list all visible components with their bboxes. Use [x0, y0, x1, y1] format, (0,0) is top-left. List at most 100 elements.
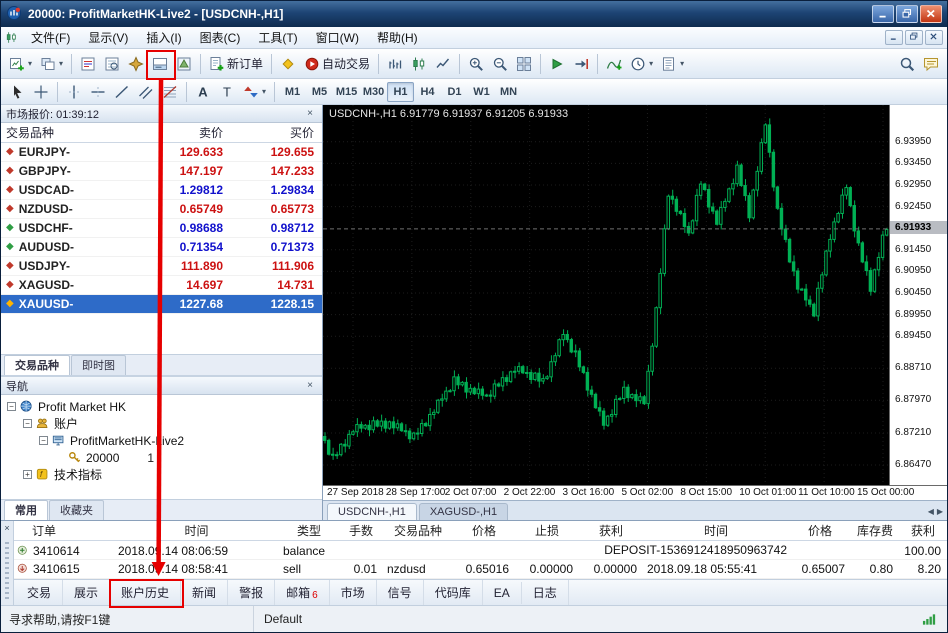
toolbar-indicators-button[interactable]: [602, 52, 626, 76]
chart-restore-button[interactable]: [905, 30, 923, 45]
terminal-row[interactable]: 34106142018.09.14 08:06:59balanceDEPOSIT…: [14, 541, 947, 560]
timeframe-D1-button[interactable]: D1: [441, 82, 468, 102]
title-bar[interactable]: 20000: ProfitMarketHK-Live2 - [USDCNH-,H…: [1, 1, 947, 27]
terminal-column-header-0[interactable]: 订单: [14, 522, 114, 539]
toolbar-text-button[interactable]: A: [191, 80, 215, 104]
toolbar-zoom-in-button[interactable]: [464, 52, 488, 76]
toolbar-chart-shift-button[interactable]: [569, 52, 593, 76]
terminal-tab-市场[interactable]: 市场: [330, 580, 377, 605]
toolbar-new-order-button[interactable]: 新订单: [205, 52, 267, 76]
market-watch-close-icon[interactable]: ×: [303, 107, 317, 121]
market-watch-row[interactable]: ◆USDCAD-1.298121.29834: [1, 181, 322, 200]
toolbar-templates-button[interactable]: ▾: [657, 52, 688, 76]
toolbar-search-button[interactable]: [895, 52, 919, 76]
scroll-left-icon[interactable]: ◀: [928, 507, 934, 516]
market-watch-column-headers[interactable]: 交易品种 卖价 买价: [1, 123, 322, 143]
market-watch-row[interactable]: ◆AUDUSD-0.713540.71373: [1, 238, 322, 257]
terminal-row[interactable]: 34106152018.09.14 08:58:41sell0.01nzdusd…: [14, 560, 947, 579]
timeframe-W1-button[interactable]: W1: [468, 82, 495, 102]
terminal-tab-警报[interactable]: 警报: [228, 580, 275, 605]
toolbar-new-chart-button[interactable]: ▾: [5, 52, 36, 76]
toolbar-autotrading-button[interactable]: 自动交易: [300, 52, 374, 76]
terminal-column-header-4[interactable]: 交易品种: [383, 522, 453, 539]
chart-plot[interactable]: USDCNH-,H1 6.91779 6.91937 6.91205 6.919…: [323, 105, 889, 485]
toolbar-cursor-button[interactable]: [5, 80, 29, 104]
minimize-button[interactable]: [872, 5, 894, 23]
tree-expander-icon[interactable]: −: [39, 436, 48, 445]
toolbar-chat-button[interactable]: [919, 52, 943, 76]
terminal-tab-新闻[interactable]: 新闻: [181, 580, 228, 605]
market-watch-tab-即时图[interactable]: 即时图: [71, 355, 126, 375]
chart-tab-USDCNH-,H1[interactable]: USDCNH-,H1: [327, 503, 417, 520]
navigator-tab-收藏夹[interactable]: 收藏夹: [49, 500, 104, 520]
toolbar-vertical-line-button[interactable]: [62, 80, 86, 104]
menu-item-5[interactable]: 窗口(W): [307, 27, 368, 48]
tree-item-server[interactable]: −ProfitMarketHK-Live2: [1, 432, 322, 449]
terminal-tab-信号[interactable]: 信号: [377, 580, 424, 605]
terminal-tab-EA[interactable]: EA: [483, 582, 522, 604]
toolbar-arrows-button[interactable]: ▾: [239, 80, 270, 104]
market-watch-row[interactable]: ◆NZDUSD-0.657490.65773: [1, 200, 322, 219]
toolbar-metaeditor-button[interactable]: [276, 52, 300, 76]
terminal-tab-日志[interactable]: 日志: [522, 580, 569, 605]
market-watch-row[interactable]: ◆GBPJPY-147.197147.233: [1, 162, 322, 181]
market-watch-row[interactable]: ◆USDJPY-111.890111.906: [1, 257, 322, 276]
terminal-column-header-1[interactable]: 时间: [114, 522, 279, 539]
status-profile[interactable]: Default: [253, 606, 591, 632]
column-symbol[interactable]: 交易品种: [1, 124, 143, 141]
market-watch-row[interactable]: ◆XAUUSD-1227.681228.15: [1, 295, 322, 314]
terminal-column-header-6[interactable]: 止损: [515, 522, 579, 539]
chart-minimize-button[interactable]: [885, 30, 903, 45]
toolbar-crosshair-button[interactable]: [29, 80, 53, 104]
terminal-tab-邮箱[interactable]: 邮箱6: [275, 580, 330, 605]
chart-close-button[interactable]: [925, 30, 943, 45]
terminal-column-header-7[interactable]: 获利: [579, 522, 643, 539]
chart-tab-XAGUSD-,H1[interactable]: XAGUSD-,H1: [419, 503, 508, 520]
navigator-header[interactable]: 导航 ×: [1, 377, 322, 395]
column-bid[interactable]: 卖价: [143, 124, 229, 141]
terminal-column-header-8[interactable]: 时间: [643, 522, 789, 539]
terminal-column-header-9[interactable]: 价格: [789, 522, 851, 539]
terminal-tab-代码库[interactable]: 代码库: [424, 580, 483, 605]
chart-y-axis[interactable]: 6.939506.934506.929506.924506.914506.909…: [889, 105, 947, 485]
tree-expander-icon[interactable]: +: [23, 470, 32, 479]
menu-item-6[interactable]: 帮助(H): [368, 27, 427, 48]
toolbar-terminal-toggle-button[interactable]: [148, 52, 172, 76]
toolbar-fibonacci-button[interactable]: [158, 80, 182, 104]
terminal-column-header-10[interactable]: 库存费: [851, 522, 899, 539]
timeframe-M1-button[interactable]: M1: [279, 82, 306, 102]
toolbar-horizontal-line-button[interactable]: [86, 80, 110, 104]
close-button[interactable]: [920, 5, 942, 23]
terminal-column-header-11[interactable]: 获利: [899, 522, 947, 539]
toolbar-strategy-tester-button[interactable]: [172, 52, 196, 76]
toolbar-navigator-button[interactable]: [124, 52, 148, 76]
market-watch-tab-交易品种[interactable]: 交易品种: [4, 355, 70, 375]
terminal-close-icon[interactable]: ×: [2, 523, 13, 534]
menu-item-0[interactable]: 文件(F): [22, 27, 79, 48]
toolbar-channel-button[interactable]: [134, 80, 158, 104]
menu-item-4[interactable]: 工具(T): [249, 27, 306, 48]
terminal-tab-展示[interactable]: 展示: [63, 580, 110, 605]
menu-item-3[interactable]: 图表(C): [191, 27, 250, 48]
column-ask[interactable]: 买价: [229, 124, 322, 141]
terminal-tab-交易[interactable]: 交易: [16, 580, 63, 605]
terminal-tab-账户历史[interactable]: 账户历史: [110, 580, 181, 605]
timeframe-MN-button[interactable]: MN: [495, 82, 522, 102]
toolbar-profiles-button[interactable]: ▾: [36, 52, 67, 76]
toolbar-bar-chart-button[interactable]: [383, 52, 407, 76]
timeframe-H1-button[interactable]: H1: [387, 82, 414, 102]
toolbar-auto-scroll-button[interactable]: [545, 52, 569, 76]
chart-x-axis[interactable]: 27 Sep 201828 Sep 17:002 Oct 07:002 Oct …: [323, 485, 947, 500]
timeframe-M15-button[interactable]: M15: [333, 82, 360, 102]
terminal-grip[interactable]: [5, 542, 9, 601]
toolbar-text-label-button[interactable]: T: [215, 80, 239, 104]
scroll-right-icon[interactable]: ▶: [937, 507, 943, 516]
terminal-column-header-3[interactable]: 手数: [339, 522, 383, 539]
tree-expander-icon[interactable]: −: [23, 419, 32, 428]
market-watch-row[interactable]: ◆XAGUSD-14.69714.731: [1, 276, 322, 295]
toolbar-data-window-button[interactable]: [100, 52, 124, 76]
navigator-close-icon[interactable]: ×: [303, 379, 317, 393]
toolbar-candle-chart-button[interactable]: [407, 52, 431, 76]
terminal-column-header-2[interactable]: 类型: [279, 522, 339, 539]
tree-expander-icon[interactable]: −: [7, 402, 16, 411]
